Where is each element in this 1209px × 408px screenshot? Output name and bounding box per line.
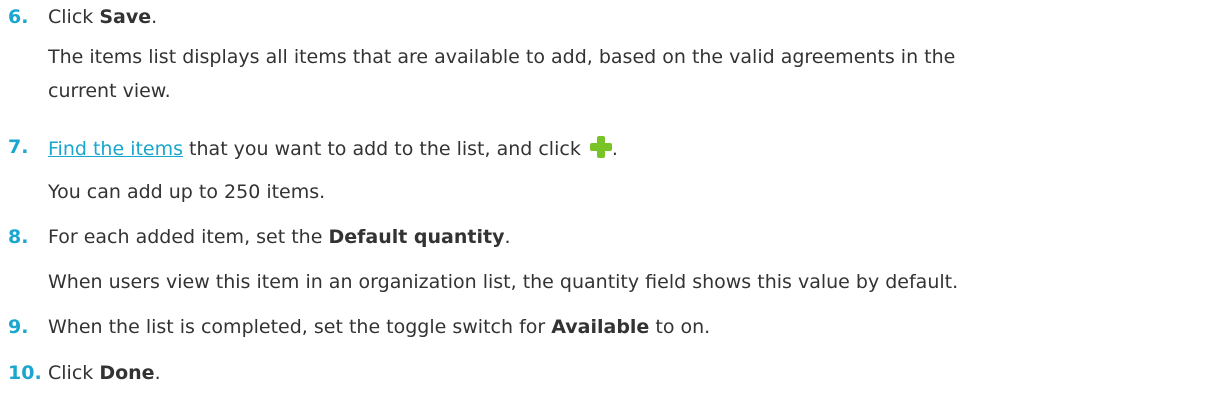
step-7-detail: You can add up to 250 items. [48, 181, 326, 203]
step-text-part: Click [48, 6, 100, 28]
ui-term: Done [99, 362, 155, 384]
step-text-part: . [154, 362, 161, 384]
step-text-part: . [151, 6, 158, 28]
step-text: Click Done. [48, 362, 161, 384]
step-text: For each added item, set the Default qua… [48, 226, 511, 248]
step-number: 10. [8, 362, 42, 384]
step-text-part: When the list is completed, set the togg… [48, 316, 552, 338]
ui-term: Default quantity [328, 226, 505, 248]
step-number: 6. [8, 6, 29, 28]
ui-term: Save [99, 6, 152, 28]
step-text: Find the items that you want to add to t… [48, 136, 618, 160]
detail-line: The items list displays all items that a… [48, 46, 956, 68]
step-text: When the list is completed, set the togg… [48, 316, 710, 338]
step-8-detail: When users view this item in an organiza… [48, 271, 959, 293]
ui-term: Available [551, 316, 650, 338]
step-number: 7. [8, 136, 29, 158]
step-number: 9. [8, 316, 29, 338]
step-text-part: . [611, 138, 618, 160]
step-6-detail: The items list displays all items that a… [48, 40, 955, 108]
step-text-part: Click [48, 362, 100, 384]
step-number: 8. [8, 226, 29, 248]
step-text-part: to on. [649, 316, 711, 338]
find-items-link[interactable]: Find the items [48, 138, 183, 160]
step-text: Click Save. [48, 6, 157, 28]
step-text-part: that you want to add to the list, and cl… [183, 138, 587, 160]
instruction-steps: 6. Click Save. The items list displays a… [0, 0, 1209, 408]
detail-line: current view. [48, 80, 171, 102]
plus-icon [589, 136, 612, 158]
step-text-part: For each added item, set the [48, 226, 329, 248]
step-text-part: . [504, 226, 511, 248]
